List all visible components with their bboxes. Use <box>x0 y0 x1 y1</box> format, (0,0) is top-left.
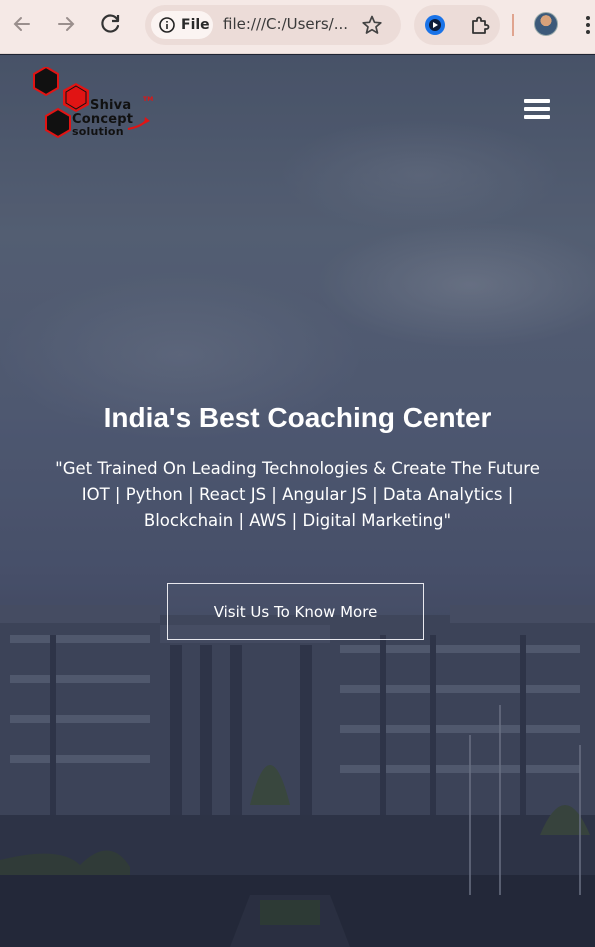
info-icon <box>159 17 175 33</box>
kebab-icon[interactable] <box>584 14 592 36</box>
site-info-button[interactable]: File <box>151 11 213 39</box>
reload-icon <box>101 14 120 33</box>
hero-subtitle: "Get Trained On Leading Technologies & C… <box>24 456 571 534</box>
site-info-label: File <box>181 17 210 33</box>
toolbar-divider <box>512 14 514 36</box>
arrow-right-icon <box>58 17 75 31</box>
hamburger-icon[interactable] <box>524 99 550 121</box>
hero-subtitle-line-2: IOT | Python | React JS | Angular JS | D… <box>81 485 514 504</box>
puzzle-icon[interactable] <box>468 14 492 38</box>
extensions-area <box>414 5 500 45</box>
reload-button[interactable] <box>97 10 125 38</box>
hero-subtitle-line-1: "Get Trained On Leading Technologies & C… <box>55 459 540 478</box>
hero-title: India's Best Coaching Center <box>103 402 492 433</box>
hero-section: Shiva TM Concept solution India's Best C… <box>0 55 595 947</box>
site-logo[interactable]: Shiva TM Concept solution <box>28 67 156 143</box>
browser-toolbar: File file:///C:/Users/... <box>0 0 595 54</box>
logo-text-shiva: Shiva <box>90 98 132 113</box>
media-extension-icon[interactable] <box>424 14 446 36</box>
logo-text-solution: solution <box>72 125 124 138</box>
star-icon[interactable] <box>361 14 383 36</box>
url-text[interactable]: file:///C:/Users/... <box>223 15 355 33</box>
logo-trademark: TM <box>143 96 154 103</box>
forward-button[interactable] <box>52 10 80 38</box>
profile-avatar[interactable] <box>534 12 558 36</box>
address-bar[interactable]: File file:///C:/Users/... <box>145 5 401 45</box>
back-button[interactable] <box>8 10 36 38</box>
arrow-left-icon <box>13 17 30 31</box>
hero-subtitle-line-3: Blockchain | AWS | Digital Marketing" <box>143 511 452 530</box>
visit-us-button[interactable]: Visit Us To Know More <box>167 583 424 640</box>
